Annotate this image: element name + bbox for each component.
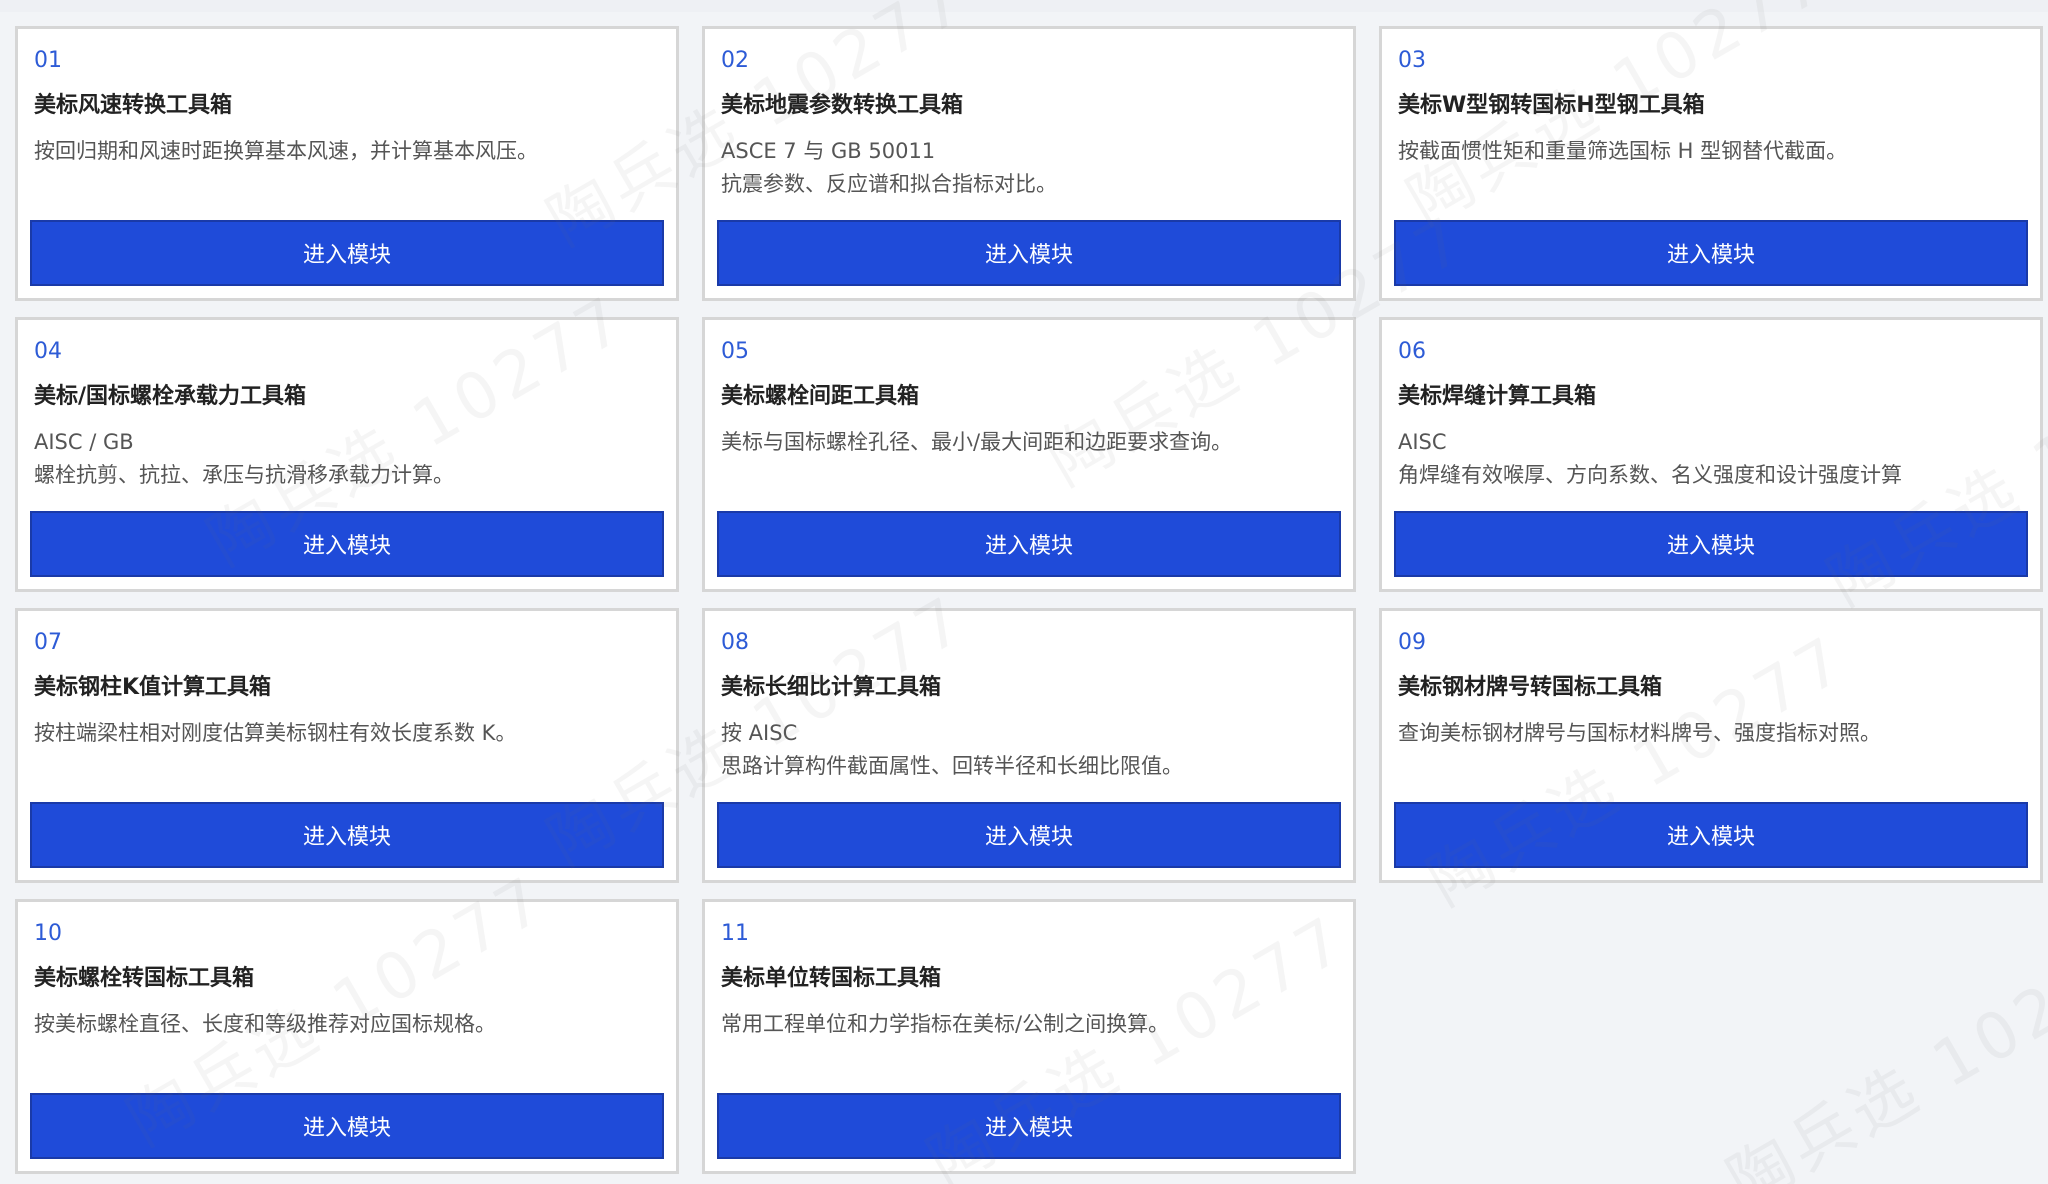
module-description: 美标与国标螺栓孔径、最小/最大间距和边距要求查询。 xyxy=(721,430,1233,454)
enter-module-button[interactable]: 进入模块 xyxy=(1394,220,2028,286)
module-card: 09 美标钢材牌号转国标工具箱 查询美标钢材牌号与国标材料牌号、强度指标对照。 … xyxy=(1379,608,2043,883)
enter-module-button[interactable]: 进入模块 xyxy=(30,220,664,286)
module-number: 02 xyxy=(721,48,749,73)
module-card: 10 美标螺栓转国标工具箱 按美标螺栓直径、长度和等级推荐对应国标规格。 进入模… xyxy=(15,899,679,1174)
module-grid: 01 美标风速转换工具箱 按回归期和风速时距换算基本风速，并计算基本风压。 进入… xyxy=(15,26,2043,1174)
module-description: 按 AISC 思路计算构件截面属性、回转半径和长细比限值。 xyxy=(721,721,1183,778)
module-description: 按柱端梁柱相对刚度估算美标钢柱有效长度系数 K。 xyxy=(34,721,517,745)
module-card: 04 美标/国标螺栓承载力工具箱 AISC / GB 螺栓抗剪、抗拉、承压与抗滑… xyxy=(15,317,679,592)
module-number: 11 xyxy=(721,921,749,946)
module-description: 按美标螺栓直径、长度和等级推荐对应国标规格。 xyxy=(34,1012,496,1036)
module-title: 美标/国标螺栓承载力工具箱 xyxy=(34,384,307,409)
module-description: ASCE 7 与 GB 50011 抗震参数、反应谱和拟合指标对比。 xyxy=(721,139,1057,196)
module-title: 美标螺栓转国标工具箱 xyxy=(34,966,255,991)
enter-module-button[interactable]: 进入模块 xyxy=(30,1093,664,1159)
module-number: 01 xyxy=(34,48,62,73)
module-title: 美标焊缝计算工具箱 xyxy=(1398,384,1597,409)
module-description: AISC / GB 螺栓抗剪、抗拉、承压与抗滑移承载力计算。 xyxy=(34,430,454,487)
module-title: 美标钢材牌号转国标工具箱 xyxy=(1398,675,1663,700)
module-number: 03 xyxy=(1398,48,1426,73)
module-card: 06 美标焊缝计算工具箱 AISC 角焊缝有效喉厚、方向系数、名义强度和设计强度… xyxy=(1379,317,2043,592)
enter-module-button[interactable]: 进入模块 xyxy=(1394,511,2028,577)
module-number: 07 xyxy=(34,630,62,655)
module-number: 06 xyxy=(1398,339,1426,364)
module-number: 10 xyxy=(34,921,62,946)
module-card: 07 美标钢柱K值计算工具箱 按柱端梁柱相对刚度估算美标钢柱有效长度系数 K。 … xyxy=(15,608,679,883)
module-card: 03 美标W型钢转国标H型钢工具箱 按截面惯性矩和重量筛选国标 H 型钢替代截面… xyxy=(1379,26,2043,301)
enter-module-button[interactable]: 进入模块 xyxy=(717,511,1341,577)
enter-module-button[interactable]: 进入模块 xyxy=(717,802,1341,868)
top-strip xyxy=(0,0,2048,12)
module-card: 02 美标地震参数转换工具箱 ASCE 7 与 GB 50011 抗震参数、反应… xyxy=(702,26,1356,301)
module-title: 美标钢柱K值计算工具箱 xyxy=(34,675,272,700)
module-description: 常用工程单位和力学指标在美标/公制之间换算。 xyxy=(721,1012,1170,1036)
module-number: 09 xyxy=(1398,630,1426,655)
module-card: 05 美标螺栓间距工具箱 美标与国标螺栓孔径、最小/最大间距和边距要求查询。 进… xyxy=(702,317,1356,592)
module-title: 美标长细比计算工具箱 xyxy=(721,675,942,700)
module-description: AISC 角焊缝有效喉厚、方向系数、名义强度和设计强度计算 xyxy=(1398,430,1902,487)
module-title: 美标风速转换工具箱 xyxy=(34,93,233,118)
module-number: 04 xyxy=(34,339,62,364)
module-title: 美标单位转国标工具箱 xyxy=(721,966,942,991)
module-description: 按截面惯性矩和重量筛选国标 H 型钢替代截面。 xyxy=(1398,139,1848,163)
enter-module-button[interactable]: 进入模块 xyxy=(30,802,664,868)
enter-module-button[interactable]: 进入模块 xyxy=(1394,802,2028,868)
module-number: 05 xyxy=(721,339,749,364)
module-title: 美标螺栓间距工具箱 xyxy=(721,384,920,409)
enter-module-button[interactable]: 进入模块 xyxy=(30,511,664,577)
module-number: 08 xyxy=(721,630,749,655)
module-description: 按回归期和风速时距换算基本风速，并计算基本风压。 xyxy=(34,139,538,163)
module-card: 11 美标单位转国标工具箱 常用工程单位和力学指标在美标/公制之间换算。 进入模… xyxy=(702,899,1356,1174)
module-card: 08 美标长细比计算工具箱 按 AISC 思路计算构件截面属性、回转半径和长细比… xyxy=(702,608,1356,883)
module-title: 美标W型钢转国标H型钢工具箱 xyxy=(1398,93,1705,118)
module-description: 查询美标钢材牌号与国标材料牌号、强度指标对照。 xyxy=(1398,721,1881,745)
module-card: 01 美标风速转换工具箱 按回归期和风速时距换算基本风速，并计算基本风压。 进入… xyxy=(15,26,679,301)
module-title: 美标地震参数转换工具箱 xyxy=(721,93,964,118)
enter-module-button[interactable]: 进入模块 xyxy=(717,220,1341,286)
enter-module-button[interactable]: 进入模块 xyxy=(717,1093,1341,1159)
